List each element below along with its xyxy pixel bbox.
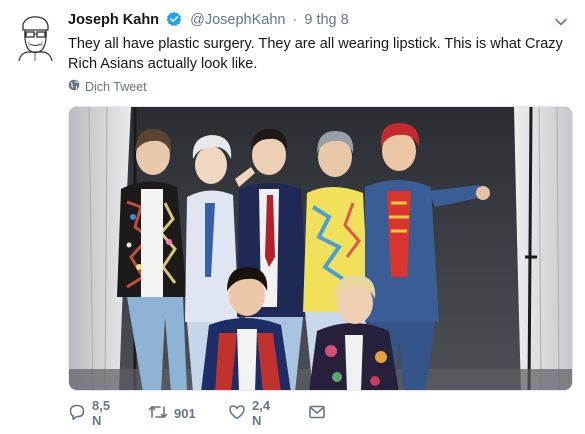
avatar[interactable]: [15, 14, 55, 62]
tweet-header: Joseph Kahn @JosephKahn · 9 thg 8: [68, 11, 555, 31]
verified-badge-icon: [166, 11, 182, 31]
translate-label: Dịch Tweet: [85, 79, 147, 94]
author-handle[interactable]: @JosephKahn: [190, 12, 285, 28]
chevron-down-icon[interactable]: [555, 14, 567, 26]
reply-count: 8,5 N: [92, 398, 111, 428]
retweet-icon: [148, 403, 168, 424]
reply-icon: [68, 403, 86, 424]
message-icon: [308, 403, 326, 424]
tweet-photo[interactable]: [68, 106, 573, 391]
translate-tweet-link[interactable]: Dịch Tweet: [68, 79, 147, 94]
tweet: Joseph Kahn @JosephKahn · 9 thg 8 They a…: [0, 0, 585, 434]
globe-icon: [68, 79, 80, 94]
like-button[interactable]: 2,4 N: [228, 398, 270, 428]
retweet-count: 901: [174, 405, 196, 421]
heart-icon: [228, 403, 246, 424]
retweet-button[interactable]: 901: [148, 403, 196, 423]
separator-dot: ·: [292, 12, 298, 28]
like-count: 2,4 N: [252, 398, 271, 428]
reply-button[interactable]: 8,5 N: [68, 398, 110, 428]
tweet-timestamp[interactable]: 9 thg 8: [304, 12, 348, 28]
direct-message-button[interactable]: [308, 403, 326, 423]
tweet-text: They all have plastic surgery. They are …: [68, 36, 563, 72]
author-name[interactable]: Joseph Kahn: [68, 12, 159, 28]
